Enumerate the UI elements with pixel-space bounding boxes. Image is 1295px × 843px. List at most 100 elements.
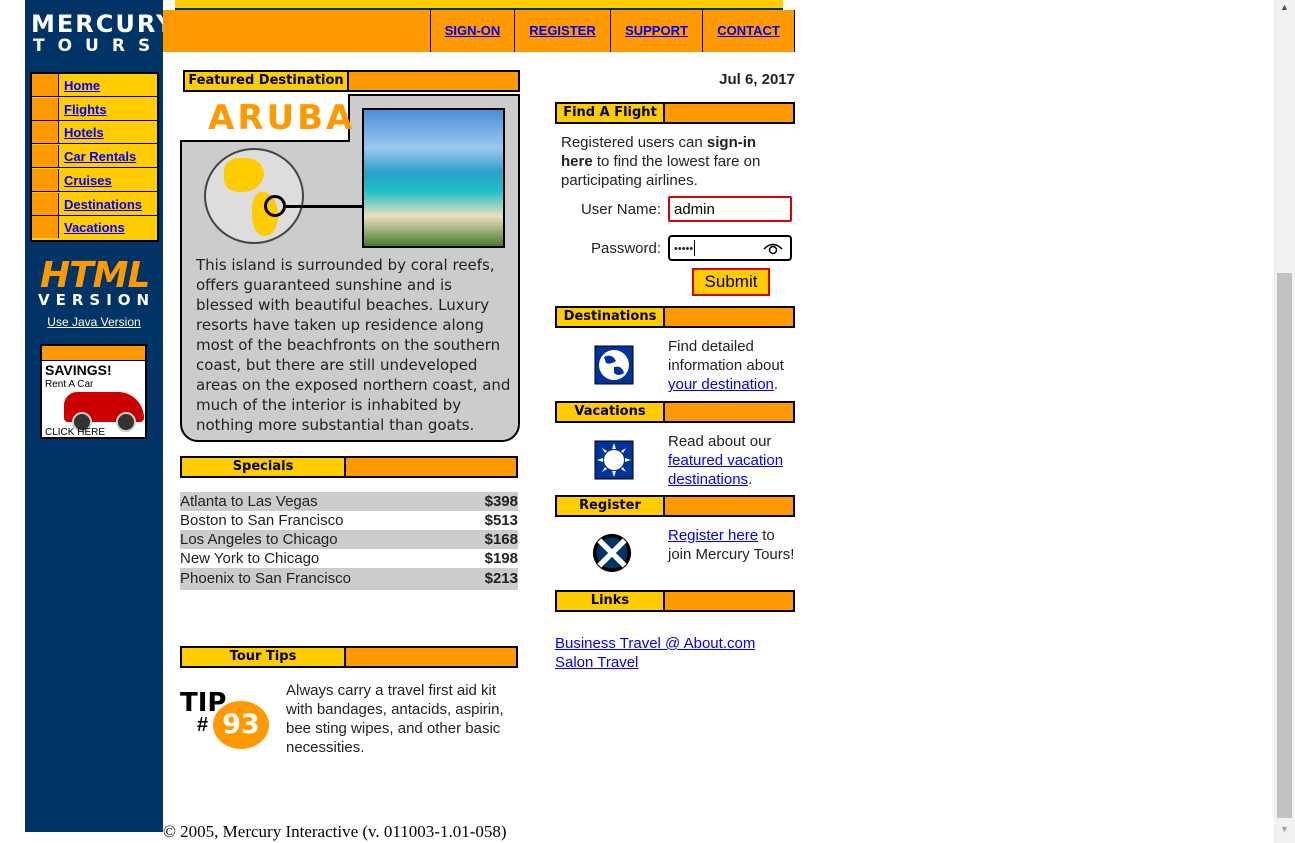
sidebar-link-home[interactable]: Home (64, 78, 100, 93)
special-price: $168 (484, 531, 518, 548)
specials-table: Atlanta to Las Vegas $398 Boston to San F… (180, 492, 518, 590)
logo-line2: TOURS (33, 36, 164, 56)
html-version-big: HTML (40, 255, 150, 296)
topnav-signon: SIGN-ON (430, 10, 514, 52)
special-price: $198 (484, 550, 518, 567)
specials-header: Specials (180, 456, 518, 478)
table-row: Los Angeles to Chicago $168 (180, 530, 518, 549)
wheel-icon (116, 412, 136, 432)
table-row: Boston to San Francisco $513 (180, 511, 518, 530)
sidebar-item-car-rentals: Car Rentals (32, 145, 157, 168)
contact-link[interactable]: CONTACT (717, 23, 780, 38)
mercury-tours-logo[interactable]: MERCURY TOURS (25, 0, 173, 60)
table-row: Phoenix to San Francisco $213 (180, 568, 518, 590)
scroll-down-arrow-icon[interactable]: ▼ (1274, 824, 1295, 842)
vacations-text: Read about our featured vacation destina… (668, 432, 796, 489)
special-price: $513 (484, 512, 518, 529)
featured-destination-header: Featured Destination (183, 70, 520, 92)
featured-destination-title: Featured Destination (185, 72, 349, 90)
sidebar-link-cruises[interactable]: Cruises (64, 173, 112, 188)
topnav-contact: CONTACT (702, 10, 795, 52)
copyright-footer: © 2005, Mercury Interactive (v. 011003-1… (163, 822, 507, 841)
html-version-small: VERSION (38, 291, 156, 309)
scroll-up-arrow-icon[interactable]: ▲ (1274, 2, 1295, 20)
sidebar-link-destinations[interactable]: Destinations (64, 197, 142, 212)
register-title: Register (557, 497, 665, 515)
sidebar-link-vacations[interactable]: Vacations (64, 220, 125, 235)
destinations-header: Destinations (555, 306, 795, 328)
destinations-text-pre: Find detailed information about (668, 338, 784, 374)
links-header: Links (555, 590, 795, 612)
tip-hash: # (197, 714, 209, 736)
html-version-logo: HTML VERSION (36, 255, 151, 310)
password-label: Password: (590, 240, 661, 257)
register-text: Register here to join Mercury Tours! (668, 526, 796, 564)
tip-number: 93 (213, 701, 269, 749)
sidebar-link-car-rentals[interactable]: Car Rentals (64, 149, 136, 164)
username-input[interactable] (668, 196, 792, 222)
sidebar-item-hotels: Hotels (32, 121, 157, 144)
current-date: Jul 6, 2017 (719, 71, 795, 88)
table-row: New York to Chicago $198 (180, 549, 518, 568)
globe-icon (594, 345, 634, 385)
sidebar-link-hotels[interactable]: Hotels (64, 125, 104, 140)
destination-description: This island is surrounded by coral reefs… (196, 256, 511, 434)
ad-cta: CLICK HERE (45, 427, 106, 438)
signon-link[interactable]: SIGN-ON (445, 23, 501, 38)
java-version-link[interactable]: Use Java Version (47, 315, 140, 329)
special-route: New York to Chicago (180, 550, 320, 567)
tour-tips-title: Tour Tips (182, 648, 346, 666)
destination-name-box: ARUBA (180, 94, 352, 142)
featured-vacation-link[interactable]: featured vacation destinations (668, 452, 783, 488)
scrollbar-thumb[interactable] (1277, 273, 1292, 818)
find-flight-header: Find A Flight (555, 102, 795, 124)
special-route: Los Angeles to Chicago (180, 531, 338, 548)
java-version-link-wrap: Use Java Version (25, 315, 163, 329)
sidebar-item-home: Home (32, 74, 157, 97)
destination-name: ARUBA (208, 98, 356, 138)
sidebar-item-cruises: Cruises (32, 169, 157, 192)
ad-title: SAVINGS! (45, 362, 112, 378)
links-list: Business Travel @ About.com Salon Travel (555, 634, 755, 672)
sidebar-item-destinations: Destinations (32, 193, 157, 216)
sidebar-item-flights: Flights (32, 98, 157, 121)
salon-travel-link[interactable]: Salon Travel (555, 654, 638, 671)
topnav-register: REGISTER (514, 10, 610, 52)
find-flight-text: Registered users can sign-in here to fin… (561, 133, 791, 190)
show-password-eye-icon[interactable] (762, 240, 784, 256)
aruba-beach-photo (362, 108, 505, 248)
ad-subtitle: Rent A Car (45, 379, 94, 390)
register-link[interactable]: REGISTER (529, 23, 595, 38)
tip-text: Always carry a travel first aid kit with… (286, 682, 504, 756)
your-destination-link[interactable]: your destination (668, 376, 774, 393)
sidebar-item-vacations: Vacations (32, 216, 157, 238)
specials-title: Specials (182, 458, 346, 476)
register-header: Register (555, 495, 795, 517)
vacations-text-post: . (748, 471, 753, 488)
special-route: Boston to San Francisco (180, 512, 344, 529)
links-title: Links (557, 592, 665, 610)
find-flight-title: Find A Flight (557, 104, 665, 122)
table-row: Atlanta to Las Vegas $398 (180, 492, 518, 511)
support-link[interactable]: SUPPORT (625, 23, 688, 38)
location-marker-icon (264, 195, 286, 217)
compass-icon (592, 533, 632, 573)
vacations-header: Vacations (555, 401, 795, 423)
special-price: $398 (484, 493, 518, 510)
sidebar-link-flights[interactable]: Flights (64, 102, 107, 117)
special-route: Atlanta to Las Vegas (180, 493, 318, 510)
username-label: User Name: (580, 201, 661, 218)
sun-icon (594, 440, 634, 480)
vacations-text-pre: Read about our (668, 433, 772, 450)
business-travel-link[interactable]: Business Travel @ About.com (555, 635, 755, 652)
vacations-title: Vacations (557, 403, 665, 421)
find-flight-text-pre: Registered users can (561, 134, 707, 151)
special-price: $213 (484, 570, 518, 587)
globe-icon (204, 148, 304, 244)
sidebar-nav: Home Flights Hotels Car Rentals Cruises … (30, 72, 159, 242)
rent-a-car-ad[interactable]: SAVINGS! Rent A Car CLICK HERE (40, 344, 147, 439)
top-banner (175, 0, 783, 10)
submit-button[interactable]: Submit (692, 268, 770, 296)
special-route: Phoenix to San Francisco (180, 570, 351, 587)
register-here-link[interactable]: Register here (668, 527, 758, 544)
